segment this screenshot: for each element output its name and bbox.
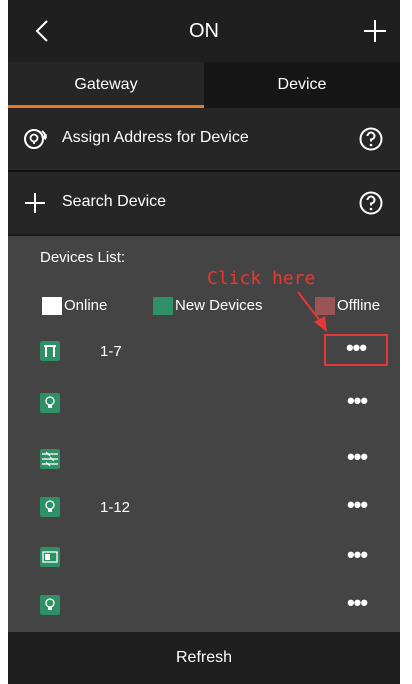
legend-swatch	[42, 297, 62, 315]
tab-gateway[interactable]: Gateway	[8, 62, 204, 108]
more-options-button[interactable]: •••	[330, 446, 384, 474]
curtain-icon	[40, 341, 60, 361]
more-options-button[interactable]: •••	[330, 544, 384, 572]
legend-swatch	[153, 297, 173, 315]
page-title: ON	[189, 20, 219, 42]
search-device-label: Search Device	[62, 193, 167, 210]
display-icon	[40, 547, 60, 567]
add-icon[interactable]	[360, 16, 390, 46]
tab-bar: Gateway Device	[8, 62, 400, 108]
device-row[interactable]: •••	[8, 440, 400, 486]
help-icon[interactable]	[358, 190, 384, 216]
device-row[interactable]: 1-12 •••	[8, 488, 400, 534]
bulb-icon	[40, 393, 60, 413]
top-bar: ON	[8, 0, 400, 62]
legend-swatch	[315, 297, 335, 315]
assign-address-label: Assign Address for Device	[62, 129, 249, 146]
panel-switch-icon	[40, 449, 60, 469]
bulb-icon	[40, 497, 60, 517]
legend-label: New Devices	[175, 297, 263, 314]
legend-label: Offline	[337, 297, 381, 314]
annotation-text: Click here	[207, 268, 316, 289]
devices-list: Devices List: Click here Online New Devi…	[8, 236, 400, 632]
device-row[interactable]: 1-7 •••	[8, 332, 400, 378]
more-options-button[interactable]: •••	[330, 592, 384, 620]
search-device-row[interactable]: Search Device	[8, 172, 400, 234]
device-row[interactable]: •••	[8, 586, 400, 632]
refresh-button[interactable]: Refresh	[8, 632, 400, 684]
device-row[interactable]: •••	[8, 538, 400, 584]
more-options-button[interactable]: •••	[324, 334, 388, 366]
device-row[interactable]: •••	[8, 384, 400, 430]
legend-label: Online	[64, 297, 108, 314]
tab-device[interactable]: Device	[204, 62, 400, 108]
assign-address-icon	[24, 129, 47, 149]
assign-address-row[interactable]: Assign Address for Device	[8, 108, 400, 170]
device-address: 1-12	[100, 499, 131, 516]
more-options-button[interactable]: •••	[330, 494, 384, 522]
app-screen: ON Gateway Device Assign Address for Dev…	[8, 0, 400, 684]
more-options-button[interactable]: •••	[330, 390, 384, 418]
devices-list-title: Devices List:	[40, 249, 126, 266]
bulb-icon	[40, 595, 60, 615]
plus-icon	[25, 193, 45, 213]
device-address: 1-7	[100, 343, 122, 360]
help-icon[interactable]	[358, 126, 384, 152]
